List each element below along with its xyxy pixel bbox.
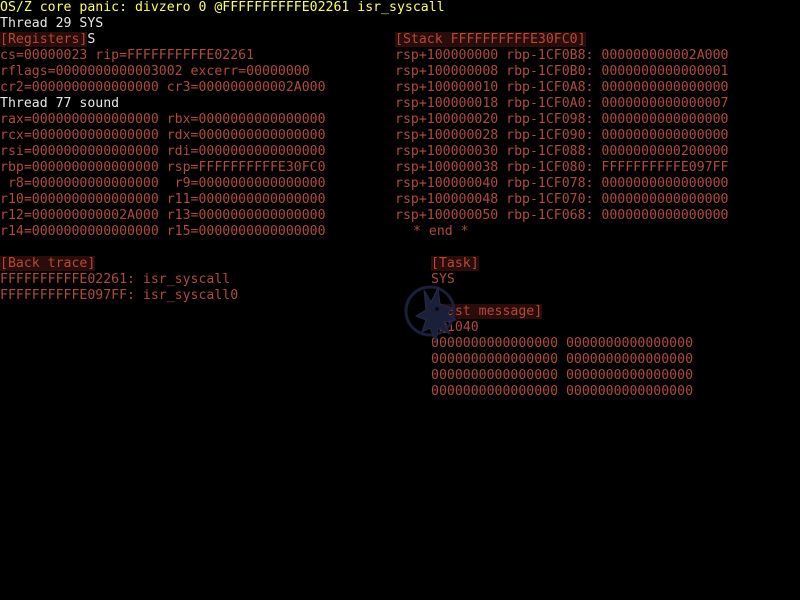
task-header: [Task]	[431, 256, 479, 271]
registers-header: [Registers]	[0, 32, 88, 47]
thread2-line: Thread 77 sound	[0, 96, 120, 111]
stack-line: rsp+100000010 rbp-1CF0A8: 00000000000000…	[395, 80, 729, 95]
backtrace-line: FFFFFFFFFFE02261: isr_syscall	[0, 272, 231, 287]
stack-line: rsp+100000000 rbp-1CF0B8: 000000000002A0…	[395, 48, 729, 63]
gp-register-line: r8=0000000000000000 r9=0000000000000000	[0, 176, 326, 191]
registers-cursor-char: S	[87, 32, 96, 47]
last-message-line: 0000000000000000 0000000000000000	[431, 352, 694, 367]
panic-title: OS/Z core panic: divzero 0 @FFFFFFFFFFE0…	[0, 0, 445, 15]
stack-line: rsp+100000038 rbp-1CF080: FFFFFFFFFFE097…	[395, 160, 729, 175]
last-message-line: 0000000000000000 0000000000000000	[431, 336, 694, 351]
stack-line: rsp+100000050 rbp-1CF068: 00000000000000…	[395, 208, 729, 223]
gp-register-line: rsi=0000000000000000 rdi=000000000000000…	[0, 144, 326, 159]
last-message-line: 0000000000000000 0000000000000000	[431, 384, 694, 399]
panic-screen: OS/Z core panic: divzero 0 @FFFFFFFFFFE0…	[0, 0, 800, 600]
backtrace-header-row: [Back trace]	[0, 256, 96, 272]
gp-register-line: r14=0000000000000000 r15=000000000000000…	[0, 224, 326, 239]
backtrace-header: [Back trace]	[0, 256, 96, 271]
last-message-line: 0000000000000000 0000000000000000	[431, 368, 694, 383]
wolf-head-logo-icon	[372, 266, 458, 344]
backtrace-line: FFFFFFFFFFE097FF: isr_syscall0	[0, 288, 239, 303]
stack-line: rsp+100000030 rbp-1CF088: 00000000002000…	[395, 144, 729, 159]
thread-line: Thread 29 SYS	[0, 16, 104, 31]
gp-register-line: rcx=0000000000000000 rdx=000000000000000…	[0, 128, 326, 143]
register-line: cs=00000023 rip=FFFFFFFFFFE02261	[0, 48, 255, 63]
stack-line: rsp+100000020 rbp-1CF098: 00000000000000…	[395, 112, 729, 127]
registers-header-row: [Registers]S	[0, 32, 95, 48]
stack-line: rsp+100000018 rbp-1CF0A0: 00000000000000…	[395, 96, 729, 111]
register-line: rflags=0000000000003002 excerr=00000000	[0, 64, 310, 79]
task-header-row: [Task]	[431, 256, 479, 272]
gp-register-line: r10=0000000000000000 r11=000000000000000…	[0, 192, 326, 207]
stack-line: rsp+100000008 rbp-1CF0B0: 00000000000000…	[395, 64, 729, 79]
gp-register-line: rax=0000000000000000 rbx=000000000000000…	[0, 112, 326, 127]
stack-header: [Stack FFFFFFFFFFE30FC0]	[395, 32, 586, 47]
stack-header-row: [Stack FFFFFFFFFFE30FC0]	[395, 32, 586, 48]
gp-register-line: rbp=0000000000000000 rsp=FFFFFFFFFFE30FC…	[0, 160, 326, 175]
stack-end-marker: * end *	[413, 224, 469, 239]
gp-register-line: r12=000000000002A000 r13=000000000000000…	[0, 208, 326, 223]
stack-line: rsp+100000028 rbp-1CF090: 00000000000000…	[395, 128, 729, 143]
register-line: cr2=0000000000000000 cr3=000000000002A00…	[0, 80, 326, 95]
stack-line: rsp+100000040 rbp-1CF078: 00000000000000…	[395, 176, 729, 191]
stack-line: rsp+100000048 rbp-1CF070: 00000000000000…	[395, 192, 729, 207]
